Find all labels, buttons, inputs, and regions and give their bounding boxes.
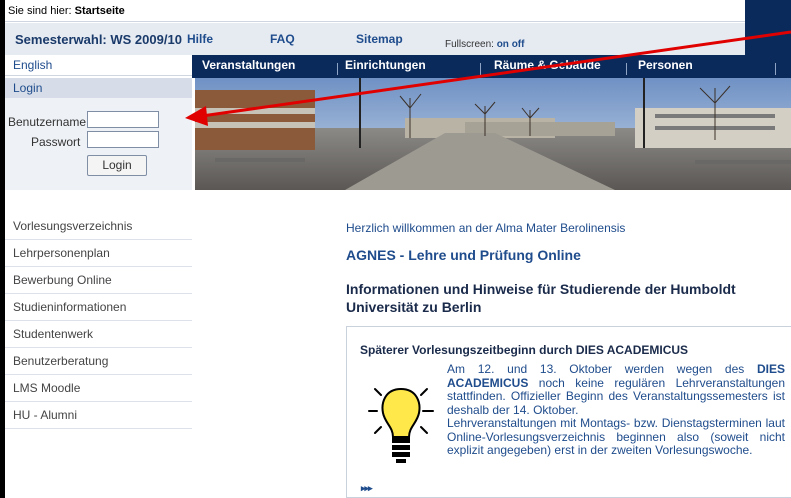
page-title: AGNES - Lehre und Prüfung Online: [346, 247, 581, 263]
nav-einrichtungen[interactable]: Einrichtungen: [345, 58, 426, 72]
nav-veranstaltungen[interactable]: Veranstaltungen: [202, 58, 295, 72]
nav-separator: [626, 63, 627, 75]
password-input[interactable]: [87, 131, 159, 148]
nav-studieninformationen[interactable]: Studieninformationen: [5, 294, 192, 321]
left-nav: Vorlesungsverzeichnis Lehrpersonenplan B…: [5, 213, 192, 429]
lightbulb-icon: [368, 387, 434, 463]
fullscreen-toggle: Fullscreen: on off: [445, 39, 524, 50]
nav-separator: [775, 63, 776, 75]
breadcrumb: Sie sind hier: Startseite: [5, 0, 745, 22]
nav-separator: [480, 63, 481, 75]
header-corner-block: [745, 0, 791, 78]
fullscreen-on-link[interactable]: on: [497, 39, 509, 50]
sitemap-link[interactable]: Sitemap: [356, 32, 403, 46]
semester-select[interactable]: Semesterwahl: WS 2009/10: [15, 32, 182, 47]
help-link[interactable]: Hilfe: [187, 32, 213, 46]
welcome-text: Herzlich willkommen an der Alma Mater Be…: [346, 221, 626, 235]
nav-studentenwerk[interactable]: Studentenwerk: [5, 321, 192, 348]
fullscreen-off-link[interactable]: off: [512, 39, 525, 50]
nav-lehrpersonenplan[interactable]: Lehrpersonenplan: [5, 240, 192, 267]
fullscreen-label: Fullscreen:: [445, 39, 494, 50]
info-heading: Informationen und Hinweise für Studieren…: [346, 281, 736, 315]
page: Sie sind hier: Startseite Semesterwahl: …: [5, 0, 791, 498]
nav-hu-alumni[interactable]: HU - Alumni: [5, 402, 192, 429]
nav-bewerbung-online[interactable]: Bewerbung Online: [5, 267, 192, 294]
news-p1a: Am 12. und 13. Oktober werden wegen des: [447, 362, 757, 376]
nav-lms-moodle[interactable]: LMS Moodle: [5, 375, 192, 402]
breadcrumb-prefix: Sie sind hier:: [8, 5, 72, 17]
top-bar: Semesterwahl: WS 2009/10 Hilfe FAQ Sitem…: [5, 23, 745, 55]
nav-separator: [337, 63, 338, 75]
password-label: Passwort: [31, 135, 81, 149]
nav-personen[interactable]: Personen: [638, 58, 693, 72]
nav-vorlesungsverzeichnis[interactable]: Vorlesungsverzeichnis: [5, 213, 192, 240]
news-p2: Lehrveranstaltungen mit Montags- bzw. Di…: [447, 416, 785, 457]
login-heading: Login: [5, 78, 192, 98]
campus-panorama-image: [195, 78, 791, 190]
login-button[interactable]: Login: [87, 155, 147, 176]
more-link[interactable]: ▸▸▸: [361, 483, 373, 494]
username-label: Benutzername: [8, 115, 87, 129]
breadcrumb-current[interactable]: Startseite: [75, 5, 125, 17]
news-body: Am 12. und 13. Oktober werden wegen des …: [447, 362, 785, 458]
nav-raeume-gebaeude[interactable]: Räume & Gebäude: [494, 58, 601, 72]
nav-benutzerberatung[interactable]: Benutzerberatung: [5, 348, 192, 375]
main-nav: Veranstaltungen Einrichtungen Räume & Ge…: [192, 55, 776, 78]
faq-link[interactable]: FAQ: [270, 32, 295, 46]
language-link[interactable]: English: [5, 55, 192, 76]
news-box: Späterer Vorlesungszeitbeginn durch DIES…: [346, 326, 791, 498]
username-input[interactable]: [87, 111, 159, 128]
news-title: Späterer Vorlesungszeitbeginn durch DIES…: [360, 343, 689, 357]
login-form: Benutzername Passwort Login: [5, 98, 192, 190]
